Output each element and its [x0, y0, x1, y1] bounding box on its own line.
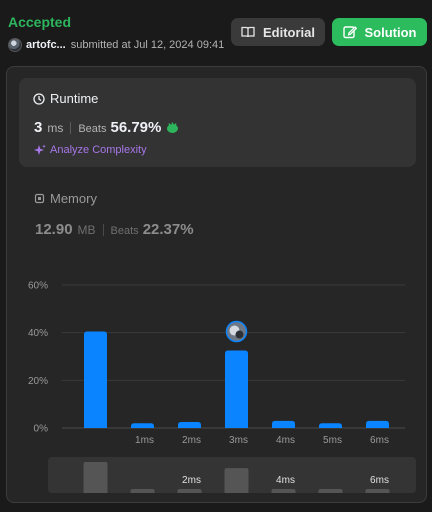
x-tick-label: 2ms	[182, 435, 201, 446]
minimap-bar	[318, 489, 343, 493]
y-tick-label: 60%	[28, 281, 48, 292]
chart-bar[interactable]	[131, 423, 154, 428]
minimap-tick-label: 6ms	[370, 475, 389, 486]
clock-icon	[33, 92, 45, 105]
editorial-button[interactable]: Editorial	[231, 18, 325, 46]
minimap-bar	[130, 489, 155, 493]
memory-beats-value: 22.37%	[142, 221, 194, 238]
user-avatar[interactable]	[8, 38, 22, 52]
runtime-beats-label: Beats	[78, 123, 107, 135]
avatar-shadow	[235, 330, 244, 339]
submitted-time: submitted at Jul 12, 2024 09:41	[70, 39, 225, 51]
analyze-complexity-label: Analyze Complexity	[50, 144, 147, 156]
x-tick-label: 3ms	[229, 435, 248, 446]
chart-bar[interactable]	[272, 420, 295, 428]
leaf-icon	[167, 122, 179, 133]
solution-label: Solution	[364, 24, 417, 40]
runtime-title-text: Runtime	[50, 91, 99, 106]
memory-beats-label: Beats	[110, 225, 139, 237]
y-tick-label: 40%	[28, 328, 48, 339]
divider	[102, 223, 104, 236]
memory-chip-icon	[34, 193, 45, 204]
runtime-metrics: 3 ms Beats 56.79%	[34, 119, 179, 136]
username-link[interactable]: artofc...	[26, 39, 66, 51]
minimap-bar	[83, 461, 108, 493]
minimap-bar	[224, 468, 249, 493]
minimap-tick-label: 2ms	[182, 475, 201, 486]
minimap-bar	[177, 489, 202, 493]
x-tick-label: 4ms	[276, 435, 295, 446]
runtime-beats-value: 56.79%	[110, 119, 162, 136]
runtime-unit: ms	[47, 121, 64, 135]
x-tick-label: 1ms	[135, 435, 154, 446]
y-tick-label: 0%	[34, 424, 49, 435]
chart-bar[interactable]	[366, 420, 389, 428]
x-tick-label: 5ms	[323, 435, 342, 446]
submission-result: Accepted artofc... submitted at Jul 12, …	[0, 0, 432, 512]
runtime-distribution-chart[interactable]: 60% 40% 20% 0% 1ms 2ms 3ms 4ms 5ms 6ms 2ms 4ms 6ms	[7, 267, 427, 503]
chart-bar[interactable]	[225, 350, 248, 428]
status-accepted: Accepted	[8, 14, 72, 30]
edit-icon	[342, 26, 357, 39]
memory-unit: MB	[77, 223, 96, 237]
stats-panel: Runtime 3 ms Beats 56.79% Analyze Comple…	[6, 66, 427, 503]
minimap-bar	[271, 489, 296, 493]
analyze-complexity-link[interactable]: Analyze Complexity	[34, 144, 147, 156]
sparkle-icon	[34, 144, 46, 155]
minimap-tick-label: 4ms	[276, 475, 295, 486]
chart-bar[interactable]	[84, 331, 107, 428]
minimap-bar	[365, 489, 390, 493]
runtime-title: Runtime	[33, 91, 98, 106]
runtime-value: 3	[34, 119, 43, 136]
chart-bar[interactable]	[178, 422, 201, 428]
memory-value: 12.90	[35, 221, 73, 238]
editorial-label: Editorial	[262, 24, 315, 40]
memory-metrics: 12.90 MB Beats 22.37%	[35, 221, 194, 238]
chart-bar[interactable]	[319, 423, 342, 428]
solution-button[interactable]: Solution	[332, 18, 427, 46]
book-icon	[241, 26, 255, 38]
memory-title[interactable]: Memory	[34, 191, 97, 206]
submission-info: artofc... submitted at Jul 12, 2024 09:4…	[8, 38, 224, 52]
runtime-card[interactable]: Runtime 3 ms Beats 56.79% Analyze Comple…	[19, 78, 416, 167]
divider	[70, 121, 72, 134]
memory-title-text: Memory	[50, 191, 97, 206]
y-tick-label: 20%	[28, 376, 48, 387]
x-tick-label: 6ms	[370, 435, 389, 446]
